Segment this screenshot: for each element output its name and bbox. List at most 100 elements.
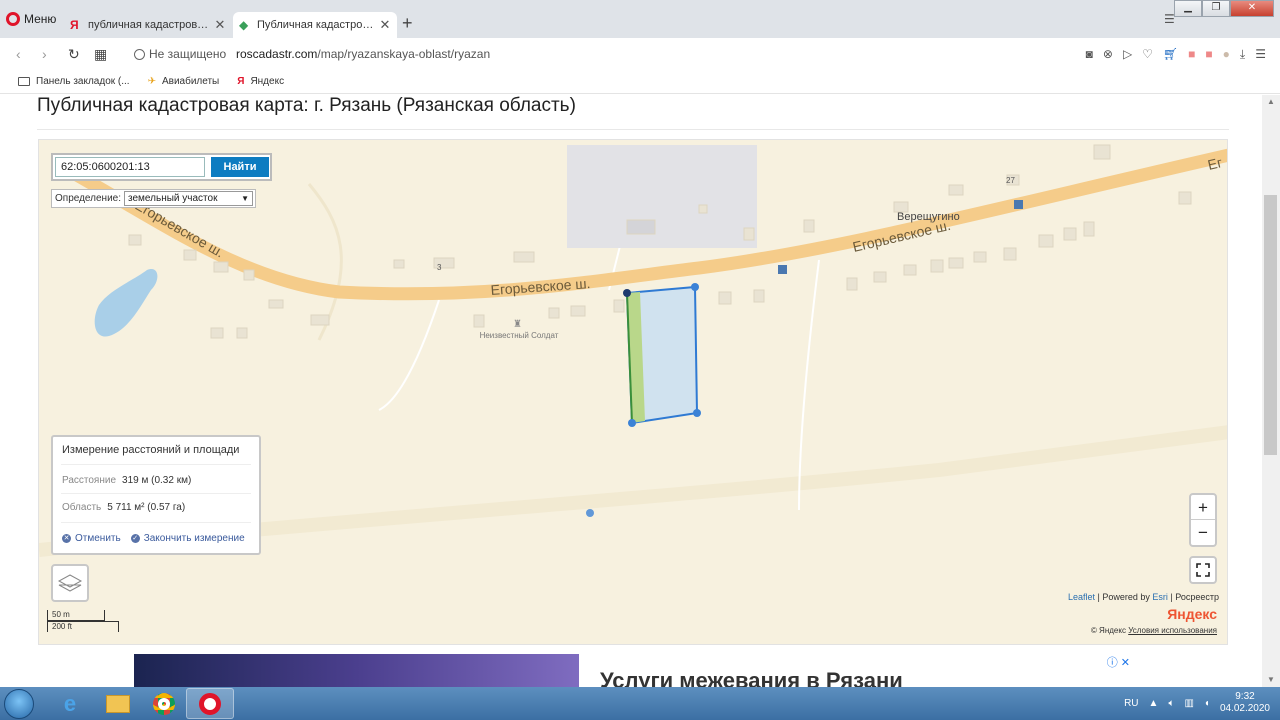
cancel-icon: ✕ [62, 534, 71, 543]
scroll-up-icon[interactable]: ▲ [1267, 97, 1275, 106]
bookmark-label: Яндекс [250, 76, 285, 87]
definition-select[interactable]: земельный участок ▼ [124, 191, 253, 206]
clock[interactable]: 9:32 04.02.2020 [1220, 691, 1270, 715]
tab-cadastral-active[interactable]: ◆ Публичная кадастровая к ✕ [233, 12, 397, 38]
title-divider [37, 129, 1229, 130]
browser-menu-button[interactable]: Меню [6, 9, 56, 29]
cancel-measure-button[interactable]: ✕ Отменить [62, 533, 121, 544]
toolbar-icons: ◙ ⊗ ▷ ♡ 🛒︎ ■ ■ ● ⤓ ☰ [1086, 47, 1266, 62]
url-path: /map/ryazanskaya-oblast/ryazan [317, 47, 491, 61]
yandex-icon: Я [237, 76, 245, 87]
scrollbar-thumb[interactable] [1264, 195, 1277, 455]
explorer-taskbar-button[interactable] [94, 688, 142, 719]
browser-tab-bar: Меню Я публичная кадастровая к ✕ ◆ Публи… [0, 0, 1280, 38]
road-label: Егорьевское ш. [490, 275, 591, 298]
area-row: Область 5 711 м² (0.57 га) [62, 502, 185, 513]
vertex-handle[interactable] [628, 419, 636, 427]
monument-label: Неизвестный Солдат [480, 331, 559, 340]
leaflet-link[interactable]: Leaflet [1068, 592, 1095, 602]
network-icon[interactable]: ▥ [1184, 698, 1193, 709]
minor-road [798, 259, 820, 511]
check-icon: ✓ [130, 534, 140, 543]
window-close-button[interactable]: ✕ [1230, 0, 1274, 17]
address-bar: ‹ › ↻ ▦ Не защищено roscadastr.com/map/r… [0, 38, 1280, 70]
browser-menu-label: Меню [24, 12, 57, 26]
extension-icon[interactable]: ● [1223, 47, 1230, 62]
shield-icon[interactable]: ⊗ [1103, 47, 1113, 62]
ie-taskbar-button[interactable]: e [46, 688, 94, 719]
extension-icon[interactable]: ■ [1205, 47, 1212, 62]
folder-icon [18, 77, 30, 86]
url-field[interactable]: roscadastr.com/map/ryazanskaya-oblast/ry… [236, 47, 490, 61]
fullscreen-icon [1196, 563, 1210, 577]
finish-label: Закончить измерение [143, 533, 245, 544]
industrial-area [567, 145, 757, 248]
yandex-copyright: © Яндекс Условия использования [1091, 626, 1217, 635]
reload-icon[interactable]: ↻ [68, 46, 80, 63]
scale-imperial: 200 ft [47, 621, 119, 632]
cadastral-search: Найти [51, 153, 272, 181]
scroll-down-icon[interactable]: ▼ [1267, 675, 1275, 684]
search-button[interactable]: Найти [211, 157, 269, 177]
start-button[interactable] [4, 689, 34, 719]
ad-choices-icon[interactable]: ⓘ ✕ [1107, 654, 1130, 670]
volume-icon[interactable]: ◖ [1204, 698, 1210, 709]
chrome-taskbar-button[interactable] [140, 688, 188, 719]
download-icon[interactable]: ⤓ [1240, 47, 1245, 62]
cadastral-number-input[interactable] [55, 157, 205, 177]
measurement-heading: Измерение расстояний и площади [62, 444, 240, 456]
airplane-icon: ✈ [147, 76, 156, 87]
security-indicator[interactable]: Не защищено [134, 47, 226, 61]
separator [61, 522, 251, 523]
back-icon[interactable]: ‹ [16, 46, 21, 62]
cadastral-map[interactable]: Егорьевское ш. Егорьевское ш. Егорьевско… [38, 139, 1228, 645]
speed-dial-icon[interactable]: ▦ [94, 46, 107, 63]
close-tab-icon[interactable]: ✕ [214, 17, 226, 33]
bookmark-yandex[interactable]: Я Яндекс [237, 76, 284, 87]
heart-icon[interactable]: ♡ [1142, 47, 1153, 62]
terms-link[interactable]: Условия использования [1128, 626, 1217, 635]
extension-icon[interactable]: ■ [1188, 47, 1195, 62]
new-tab-button[interactable]: + [402, 14, 413, 32]
close-tab-icon[interactable]: ✕ [379, 17, 391, 33]
dropdown-arrow-icon: ▼ [241, 194, 249, 203]
vertex-handle[interactable] [691, 283, 699, 291]
yandex-logo: Яндекс [1167, 606, 1217, 622]
cursor-point[interactable] [586, 509, 594, 517]
vertex-handle[interactable] [693, 409, 701, 417]
map-canvas: Егорьевское ш. Егорьевское ш. Егорьевско… [39, 144, 1227, 557]
ad-headline: Услуги межевания в Рязани [600, 668, 903, 687]
clock-date: 04.02.2020 [1219, 703, 1270, 714]
zoom-out-button[interactable]: − [1191, 520, 1215, 545]
layers-button[interactable] [51, 564, 89, 602]
cart-icon[interactable]: 🛒︎ [1163, 47, 1178, 62]
minimize-button[interactable]: ▁ [1174, 0, 1202, 17]
easy-setup-icon[interactable]: ☰ [1255, 47, 1266, 62]
bookmark-flights[interactable]: ✈ Авиабилеты [148, 76, 220, 87]
language-indicator[interactable]: RU [1124, 698, 1138, 709]
house-number: 27 [1006, 176, 1015, 185]
speaker-icon[interactable]: 🔈︎ [1168, 698, 1174, 709]
map-attribution: Leaflet | Powered by Esri | Росреестр [1067, 592, 1219, 602]
ad-banner[interactable]: Услуги межевания в Рязани ⓘ ✕ [134, 654, 1134, 687]
globe-icon [134, 48, 145, 60]
page-scrollbar[interactable]: ▲ ▼ [1262, 95, 1280, 687]
tab-yandex-cadastral[interactable]: Я публичная кадастровая к ✕ [64, 12, 232, 38]
vertex-handle[interactable] [623, 289, 631, 297]
tray-arrow-icon[interactable]: ▲ [1149, 698, 1159, 709]
fullscreen-button[interactable] [1189, 556, 1217, 584]
opera-taskbar-button[interactable] [186, 688, 234, 719]
measurement-actions: ✕ Отменить ✓ Закончить измерение [62, 533, 245, 544]
page-title: Публичная кадастровая карта: г. Рязань (… [37, 95, 576, 116]
maximize-button[interactable]: ❐ [1202, 0, 1230, 17]
definition-label: Определение: [55, 193, 122, 204]
forward-icon[interactable]: › [42, 46, 47, 62]
finish-measure-button[interactable]: ✓ Закончить измерение [130, 533, 245, 544]
camera-icon[interactable]: ◙ [1086, 47, 1093, 62]
zoom-in-button[interactable]: + [1191, 495, 1215, 520]
bookmark-panel[interactable]: Панель закладок (... [18, 76, 130, 87]
separator [61, 493, 251, 494]
send-icon[interactable]: ▷ [1123, 47, 1132, 62]
chrome-icon [153, 692, 175, 715]
esri-link[interactable]: Esri [1152, 592, 1168, 602]
